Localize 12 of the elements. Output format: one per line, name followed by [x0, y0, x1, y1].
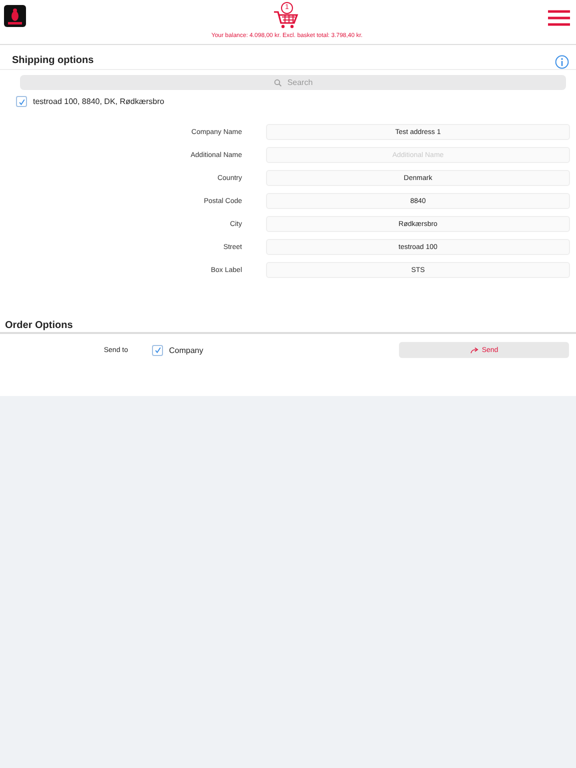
menu-icon[interactable] — [548, 10, 570, 26]
checkbox[interactable] — [16, 96, 27, 107]
share-arrow-icon — [470, 346, 479, 354]
cart-icon[interactable] — [273, 9, 299, 29]
info-icon[interactable] — [555, 55, 569, 69]
address-label: testroad 100, 8840, DK, Rødkærsbro — [33, 97, 164, 106]
search-field[interactable]: Search — [20, 75, 566, 90]
section-title: Shipping options — [12, 54, 94, 66]
logo-icon — [4, 5, 26, 27]
section-title: Order Options — [5, 320, 73, 330]
checkbox[interactable] — [152, 344, 163, 356]
option-label: Company — [169, 346, 204, 354]
